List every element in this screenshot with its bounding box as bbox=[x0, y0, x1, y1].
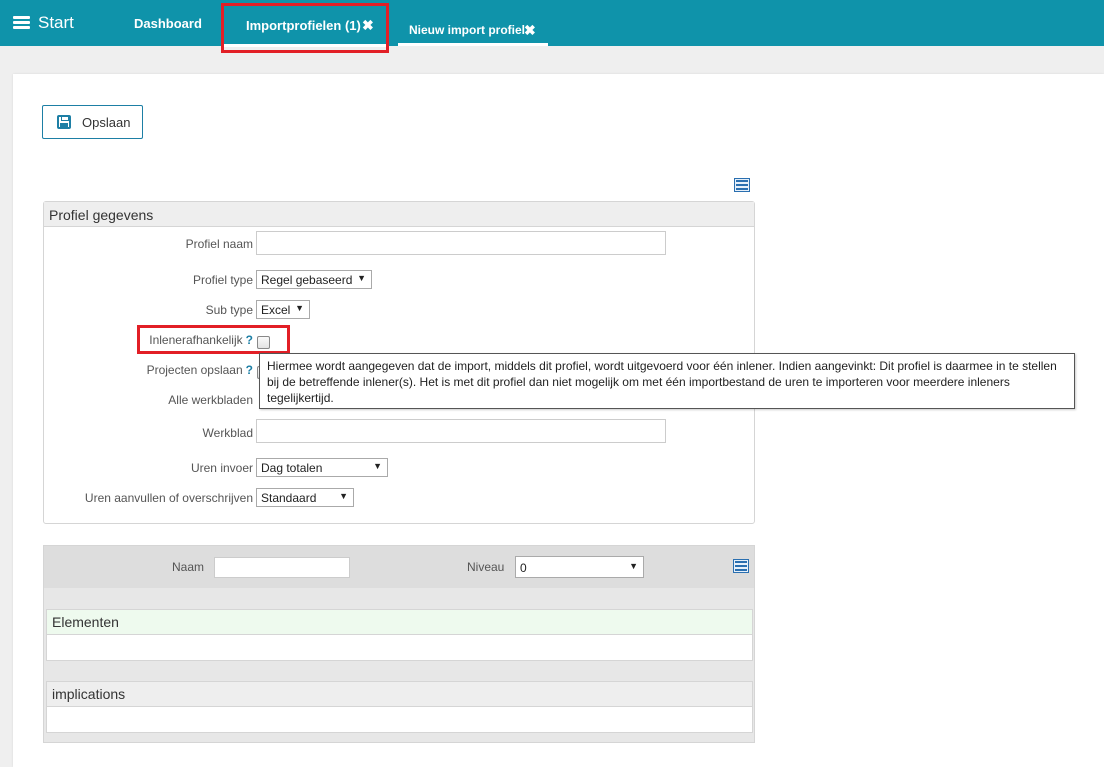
help-tooltip: Hiermee wordt aangegeven dat de import, … bbox=[259, 353, 1075, 409]
start-link[interactable]: Start bbox=[38, 13, 74, 33]
niveau-value: 0 bbox=[520, 561, 527, 575]
sub-type-select[interactable]: Excel ▼ bbox=[256, 300, 310, 319]
highlight-box bbox=[137, 325, 290, 354]
save-button[interactable]: Opslaan bbox=[42, 105, 143, 139]
tab-nieuw-import-profiel[interactable]: Nieuw import profiel ✖ bbox=[398, 13, 548, 46]
sub-type-label: Sub type bbox=[205, 303, 253, 317]
uren-invoer-select[interactable]: Dag totalen ▼ bbox=[256, 458, 388, 477]
save-button-label: Opslaan bbox=[82, 115, 131, 130]
profiel-type-value: Regel gebaseerd bbox=[261, 273, 353, 287]
implications-title: implications bbox=[47, 682, 752, 707]
elements-panel: Naam Niveau 0 ▼ Elementen implications bbox=[43, 545, 755, 743]
uren-aanvullen-select[interactable]: Standaard ▼ bbox=[256, 488, 354, 507]
uren-invoer-value: Dag totalen bbox=[261, 461, 323, 475]
hamburger-menu-icon[interactable] bbox=[13, 16, 30, 29]
floppy-disk-icon bbox=[57, 115, 71, 129]
niveau-label: Niveau bbox=[467, 560, 505, 574]
tab-importprofielen-label: Importprofielen (1) bbox=[246, 18, 361, 33]
profiel-naam-label: Profiel naam bbox=[185, 237, 253, 251]
panel-settings-icon[interactable] bbox=[733, 559, 749, 573]
tab-nieuw-import-profiel-label: Nieuw import profiel bbox=[409, 23, 526, 37]
niveau-select[interactable]: 0 ▼ bbox=[515, 556, 644, 578]
naam-input[interactable] bbox=[214, 557, 350, 578]
implications-box: implications bbox=[46, 681, 753, 733]
sub-type-value: Excel bbox=[261, 303, 291, 317]
tab-dashboard[interactable]: Dashboard bbox=[134, 16, 202, 31]
uren-aanvullen-value: Standaard bbox=[261, 491, 317, 505]
filter-bar: Naam Niveau 0 ▼ bbox=[44, 546, 754, 588]
close-icon[interactable]: ✖ bbox=[524, 22, 536, 39]
dropdown-arrow-icon: ▼ bbox=[373, 461, 382, 471]
profiel-type-select[interactable]: Regel gebaseerd ▼ bbox=[256, 270, 372, 289]
dropdown-arrow-icon: ▼ bbox=[629, 561, 638, 571]
werkblad-label: Werkblad bbox=[202, 426, 253, 440]
active-tab-indicator bbox=[224, 44, 386, 47]
dropdown-arrow-icon: ▼ bbox=[357, 273, 366, 283]
help-icon[interactable]: ? bbox=[246, 363, 253, 377]
projecten-opslaan-text: Projecten opslaan bbox=[146, 363, 243, 377]
projecten-opslaan-label: Projecten opslaan? bbox=[147, 363, 253, 377]
panel-settings-icon[interactable] bbox=[734, 178, 750, 192]
top-navigation-bar: Start Dashboard Importprofielen (1) ✖ Ni… bbox=[0, 0, 1104, 53]
naam-label: Naam bbox=[172, 560, 205, 574]
uren-invoer-label: Uren invoer bbox=[190, 461, 253, 475]
werkblad-input[interactable] bbox=[256, 419, 666, 443]
uren-aanvullen-label: Uren aanvullen of overschrijven bbox=[84, 491, 253, 505]
dropdown-arrow-icon: ▼ bbox=[295, 303, 304, 313]
profiel-naam-input[interactable] bbox=[256, 231, 666, 255]
elementen-box: Elementen bbox=[46, 609, 753, 661]
section-title: Profiel gegevens bbox=[44, 202, 754, 227]
alle-werkbladen-label: Alle werkbladen bbox=[168, 393, 253, 407]
close-icon[interactable]: ✖ bbox=[362, 17, 374, 34]
dropdown-arrow-icon: ▼ bbox=[339, 491, 348, 501]
tab-importprofielen[interactable]: Importprofielen (1) ✖ bbox=[221, 3, 389, 53]
profiel-type-label: Profiel type bbox=[192, 273, 253, 287]
elementen-title: Elementen bbox=[47, 610, 752, 635]
